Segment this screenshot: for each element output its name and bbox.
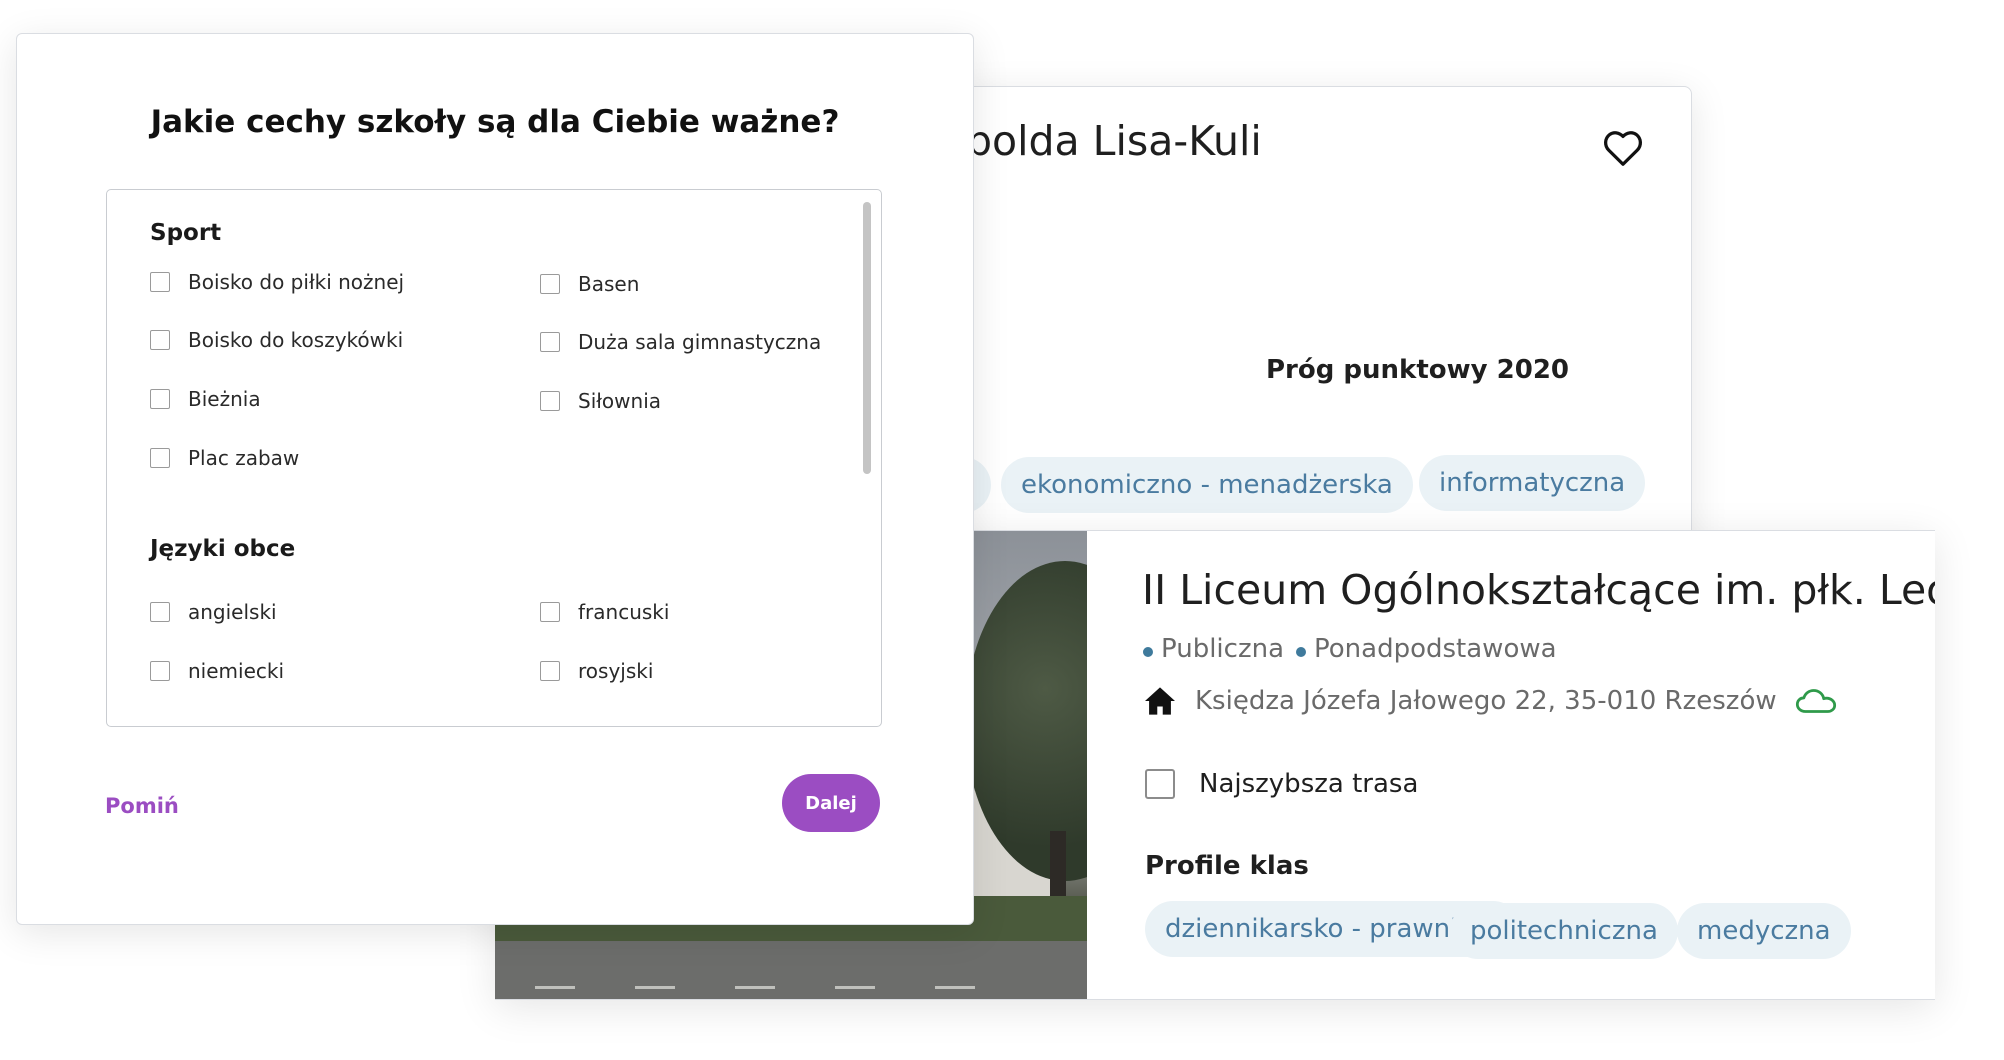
- option-bieznia[interactable]: Bieżnia: [150, 387, 261, 411]
- modal-title: Jakie cechy szkoły są dla Ciebie ważne?: [150, 104, 840, 140]
- option-plac-zabaw[interactable]: Plac zabaw: [150, 446, 299, 470]
- checkbox[interactable]: [540, 332, 560, 352]
- option-basen[interactable]: Basen: [540, 272, 639, 296]
- preferences-modal: Jakie cechy szkoły są dla Ciebie ważne? …: [16, 33, 974, 925]
- school-name[interactable]: II Liceum Ogólnokształcące im. płk. Leop: [1142, 566, 1935, 614]
- tag-public: Publiczna: [1143, 634, 1284, 664]
- checkbox[interactable]: [150, 602, 170, 622]
- checkbox[interactable]: [540, 661, 560, 681]
- section-title-sport: Sport: [150, 220, 222, 246]
- home-icon: [1145, 687, 1175, 715]
- fastest-route-option[interactable]: Najszybsza trasa: [1145, 769, 1418, 799]
- section-title-languages: Języki obce: [150, 536, 296, 562]
- checkbox[interactable]: [150, 661, 170, 681]
- route-checkbox[interactable]: [1145, 769, 1175, 799]
- profile-chip: politechniczna: [1450, 903, 1678, 959]
- option-niemiecki[interactable]: niemiecki: [150, 659, 284, 683]
- next-button[interactable]: Dalej: [782, 774, 880, 832]
- cloud-icon: [1795, 689, 1836, 713]
- option-boisko-pilki[interactable]: Boisko do piłki nożnej: [150, 270, 404, 294]
- option-angielski[interactable]: angielski: [150, 600, 277, 624]
- school-card-back[interactable]: polda Lisa-Kuli Próg punktowy 2020 ekono…: [955, 86, 1692, 566]
- checkbox[interactable]: [540, 274, 560, 294]
- option-rosyjski[interactable]: rosyjski: [540, 659, 653, 683]
- checkbox[interactable]: [540, 602, 560, 622]
- checkbox[interactable]: [150, 272, 170, 292]
- option-silownia[interactable]: Siłownia: [540, 389, 661, 413]
- checkbox[interactable]: [150, 448, 170, 468]
- skip-link[interactable]: Pomiń: [105, 794, 179, 818]
- checkbox[interactable]: [540, 391, 560, 411]
- option-duza-sala[interactable]: Duża sala gimnastyczna: [540, 330, 821, 354]
- route-label: Najszybsza trasa: [1199, 769, 1419, 799]
- address-row: Księdza Józefa Jałowego 22, 35-010 Rzesz…: [1143, 686, 1837, 716]
- heart-icon[interactable]: [1601, 127, 1645, 167]
- tag-level: Ponadpodstawowa: [1296, 634, 1557, 664]
- profile-chip: medyczna: [1677, 903, 1851, 959]
- checkbox[interactable]: [150, 330, 170, 350]
- features-list[interactable]: Sport Boisko do piłki nożnej Basen Boisk…: [106, 189, 882, 727]
- school-tags: Publiczna Ponadpodstawowa: [1143, 634, 1557, 664]
- address-text: Księdza Józefa Jałowego 22, 35-010 Rzesz…: [1195, 686, 1777, 716]
- profile-chip: ekonomiczno - menadżerska: [1001, 457, 1413, 513]
- profile-chip: informatyczna: [1419, 455, 1646, 511]
- checkbox[interactable]: [150, 389, 170, 409]
- option-boisko-koszykowki[interactable]: Boisko do koszykówki: [150, 328, 403, 352]
- scrollbar[interactable]: [863, 202, 871, 474]
- threshold-label: Próg punktowy 2020: [1266, 355, 1569, 385]
- school-title: polda Lisa-Kuli: [966, 117, 1262, 165]
- profiles-heading: Profile klas: [1145, 851, 1309, 881]
- option-francuski[interactable]: francuski: [540, 600, 669, 624]
